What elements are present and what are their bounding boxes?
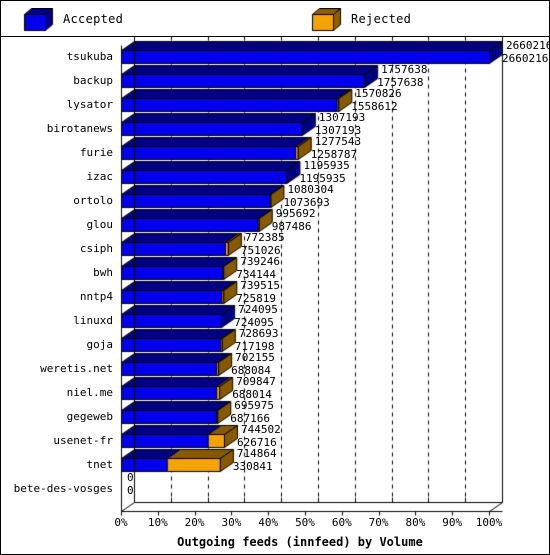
value-label-accepted: 2660216 — [502, 52, 549, 65]
category-label: weretis.net — [40, 362, 113, 375]
value-label-total: 739246 — [240, 255, 280, 268]
category-label: nntp4 — [79, 290, 113, 303]
category-label: csiph — [79, 242, 113, 255]
value-label-total: 714864 — [236, 447, 277, 460]
legend-item-accepted: Accepted — [23, 1, 123, 37]
x-axis-title: Outgoing feeds (innfeed) by Volume — [177, 535, 423, 549]
category-label: usenet-fr — [53, 434, 113, 447]
value-label-total: 728693 — [238, 327, 279, 340]
category-label: tnet — [86, 458, 114, 471]
category-label: niel.me — [66, 386, 113, 399]
value-label-total: 1080304 — [287, 183, 334, 196]
x-tick-label: 100% — [475, 516, 503, 529]
category-label: bete-des-vosges — [13, 482, 113, 495]
value-label-accepted: 0 — [127, 484, 134, 497]
value-label-total: 724095 — [238, 303, 278, 316]
category-label: izac — [86, 170, 114, 183]
category-label: tsukuba — [66, 50, 113, 63]
value-label-total: 1757638 — [381, 63, 428, 76]
category-label: goja — [86, 338, 114, 351]
value-label-total: 0 — [127, 471, 134, 484]
value-label-total: 1195935 — [303, 159, 350, 172]
category-label: birotanews — [46, 122, 113, 135]
category-label: bwh — [93, 266, 113, 279]
legend-item-rejected: Rejected — [311, 1, 411, 37]
value-label-accepted: 330841 — [232, 460, 273, 473]
cube-icon — [23, 8, 55, 32]
value-label-total: 1277543 — [314, 135, 362, 148]
value-label-total: 702155 — [235, 351, 275, 364]
legend-label-accepted: Accepted — [63, 12, 124, 26]
chart-legend: Accepted Rejected — [1, 1, 549, 37]
category-label: ortolo — [73, 194, 113, 207]
bar-chart: tsukuba backup lysator birotanews furie izac o… — [1, 37, 550, 554]
category-label: furie — [79, 146, 113, 159]
category-label: glou — [86, 218, 114, 231]
value-label-total: 1570826 — [355, 87, 402, 100]
cube-icon — [311, 8, 343, 32]
value-label-total: 772385 — [244, 231, 285, 244]
category-label: lysator — [66, 98, 113, 111]
value-label-total: 1307193 — [318, 111, 366, 124]
value-label-total: 995692 — [275, 207, 316, 220]
chart-window: Accepted Rejected tsukuba backup lysator bi… — [0, 0, 550, 555]
legend-label-rejected: Rejected — [351, 12, 412, 26]
value-label-total: 739515 — [240, 279, 281, 292]
value-label-total: 744502 — [240, 423, 281, 436]
value-label-total: 709847 — [236, 375, 276, 388]
category-label: backup — [73, 74, 113, 87]
category-label: linuxd — [73, 314, 113, 327]
value-label-total: 2660216 — [506, 39, 550, 52]
category-label: gegeweb — [66, 410, 113, 423]
value-label-total: 695975 — [234, 399, 275, 412]
